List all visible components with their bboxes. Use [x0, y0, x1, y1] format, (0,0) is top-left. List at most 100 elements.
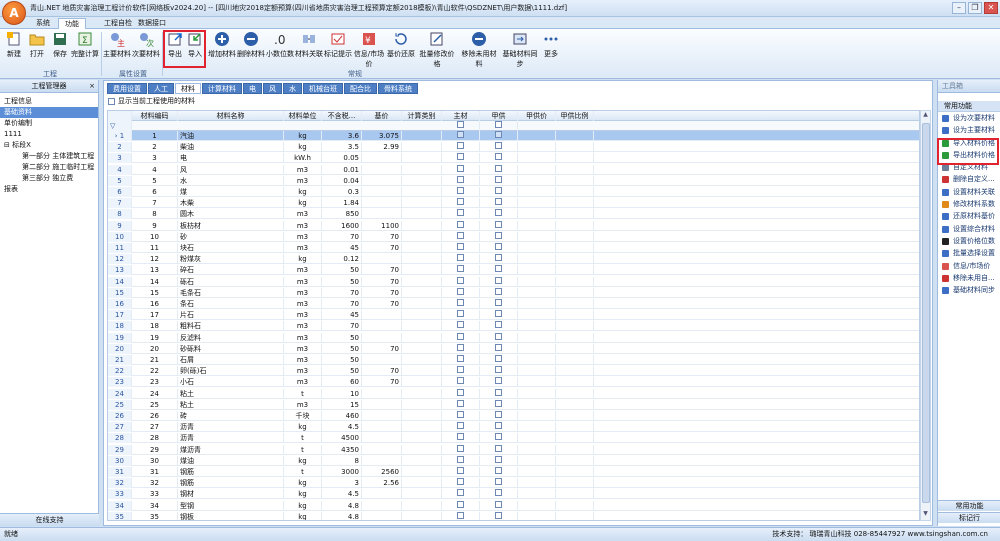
cell-owner-ratio[interactable]	[556, 153, 594, 164]
cell-calc-type[interactable]	[402, 321, 442, 332]
cell-calc-type[interactable]	[402, 243, 442, 253]
checkbox[interactable]	[495, 164, 502, 172]
cell-calc-type[interactable]	[402, 399, 442, 410]
filter-owner-checkbox[interactable]	[480, 121, 518, 131]
cell-notax-price[interactable]: 8	[322, 455, 362, 466]
checkbox[interactable]	[457, 153, 464, 161]
owner-supply-checkbox[interactable]	[480, 276, 518, 287]
cell-unit[interactable]: t	[284, 467, 322, 477]
save-button[interactable]: 保存	[49, 31, 71, 67]
tree-item-project-1111[interactable]: 1111	[0, 129, 98, 140]
cell-owner-ratio[interactable]	[556, 254, 594, 265]
cell-code[interactable]: 8	[132, 209, 178, 220]
cell-owner-price[interactable]	[518, 343, 556, 354]
owner-supply-checkbox[interactable]	[480, 422, 518, 433]
owner-supply-checkbox[interactable]	[480, 231, 518, 242]
checkbox[interactable]	[457, 287, 464, 295]
cell-unit[interactable]: m3	[284, 377, 322, 388]
cell-owner-price[interactable]	[518, 254, 556, 265]
cell-notax-price[interactable]: 0.04	[322, 175, 362, 186]
main-material-button[interactable]: 主 主要材料	[103, 31, 131, 67]
cell-base-price[interactable]: 70	[362, 377, 402, 388]
checkbox[interactable]	[495, 332, 502, 340]
cell-owner-price[interactable]	[518, 231, 556, 242]
mark-hint-button[interactable]: 标记提示	[324, 31, 352, 67]
owner-supply-checkbox[interactable]	[480, 366, 518, 377]
table-row[interactable]: 16 16 条石 m3 70 70	[108, 299, 919, 309]
checkbox[interactable]	[495, 287, 502, 295]
owner-supply-checkbox[interactable]	[480, 511, 518, 520]
cell-base-price[interactable]: 70	[362, 287, 402, 298]
cell-owner-ratio[interactable]	[556, 399, 594, 410]
cell-code[interactable]: 32	[132, 478, 178, 489]
cell-owner-price[interactable]	[518, 455, 556, 466]
main-material-checkbox[interactable]	[442, 142, 480, 153]
table-row[interactable]: 15 15 毛条石 m3 70 70	[108, 287, 919, 298]
cell-base-price[interactable]	[362, 433, 402, 444]
cell-owner-ratio[interactable]	[556, 411, 594, 421]
main-material-checkbox[interactable]	[442, 276, 480, 287]
table-row[interactable]: 32 32 钢筋 kg 3 2.56	[108, 478, 919, 489]
checkbox[interactable]	[495, 310, 502, 318]
main-material-checkbox[interactable]	[442, 175, 480, 186]
checkbox[interactable]	[457, 411, 464, 418]
decimal-places-button[interactable]: .0 小数位数	[266, 31, 294, 67]
main-material-checkbox[interactable]	[442, 287, 480, 298]
checkbox[interactable]	[495, 142, 502, 150]
cell-code[interactable]: 14	[132, 276, 178, 287]
cell-name[interactable]: 条石	[178, 299, 284, 309]
cell-name[interactable]: 反滤料	[178, 332, 284, 343]
checkbox[interactable]	[495, 198, 502, 206]
tree-item-section-x[interactable]: ⊟ 标段X	[0, 140, 98, 151]
cell-name[interactable]: 木柴	[178, 198, 284, 209]
table-row[interactable]: 18 18 粗料石 m3 70	[108, 321, 919, 332]
cell-code[interactable]: 35	[132, 511, 178, 520]
cell-unit[interactable]: kg	[284, 187, 322, 197]
cell-unit[interactable]: kg	[284, 422, 322, 433]
toolbox-item[interactable]: 基础材料同步	[938, 284, 1000, 296]
cell-base-price[interactable]: 70	[362, 265, 402, 276]
cell-code[interactable]: 19	[132, 332, 178, 343]
checkbox[interactable]	[495, 299, 502, 306]
cell-code[interactable]: 10	[132, 231, 178, 242]
table-row[interactable]: 29 29 煤沥青 t 4350	[108, 444, 919, 455]
checkbox[interactable]	[457, 187, 464, 194]
checkbox[interactable]	[457, 321, 464, 329]
table-row[interactable]: 26 26 砖千块 460	[108, 411, 919, 421]
checkbox[interactable]	[495, 243, 502, 250]
cell-base-price[interactable]	[362, 422, 402, 433]
cell-owner-ratio[interactable]	[556, 175, 594, 186]
checkbox[interactable]	[495, 175, 502, 183]
cell-base-price[interactable]	[362, 332, 402, 343]
cell-owner-price[interactable]	[518, 399, 556, 410]
cell-unit[interactable]: m3	[284, 355, 322, 365]
cell-name[interactable]: 板枋材	[178, 220, 284, 231]
cell-owner-price[interactable]	[518, 478, 556, 489]
cell-base-price[interactable]: 2.56	[362, 478, 402, 489]
owner-supply-checkbox[interactable]	[480, 187, 518, 197]
cell-unit[interactable]: kg	[284, 131, 322, 141]
tree-item-part-2[interactable]: 第二部分 施工临时工程	[0, 162, 98, 173]
cell-code[interactable]: 15	[132, 287, 178, 298]
cell-unit[interactable]: m3	[284, 231, 322, 242]
checkbox[interactable]	[457, 265, 464, 273]
checkbox[interactable]	[495, 265, 502, 273]
main-material-checkbox[interactable]	[442, 265, 480, 276]
toolbox-item[interactable]: 批量选择设置	[938, 247, 1000, 259]
checkbox[interactable]	[457, 399, 464, 407]
cell-unit[interactable]: t	[284, 444, 322, 455]
cell-unit[interactable]: m3	[284, 175, 322, 186]
owner-supply-checkbox[interactable]	[480, 332, 518, 343]
cell-code[interactable]: 3	[132, 153, 178, 164]
cell-calc-type[interactable]	[402, 444, 442, 455]
cell-unit[interactable]: kg	[284, 254, 322, 265]
cell-owner-ratio[interactable]	[556, 310, 594, 321]
cell-code[interactable]: 26	[132, 411, 178, 421]
cell-owner-ratio[interactable]	[556, 388, 594, 399]
cell-calc-type[interactable]	[402, 175, 442, 186]
toolbox-item[interactable]: 设置价格位数	[938, 235, 1000, 247]
cell-code[interactable]: 24	[132, 388, 178, 399]
toolbox-item[interactable]: 删除自定义...	[938, 173, 1000, 185]
table-row[interactable]: 19 19 反滤料 m3 50	[108, 332, 919, 343]
main-material-checkbox[interactable]	[442, 377, 480, 388]
